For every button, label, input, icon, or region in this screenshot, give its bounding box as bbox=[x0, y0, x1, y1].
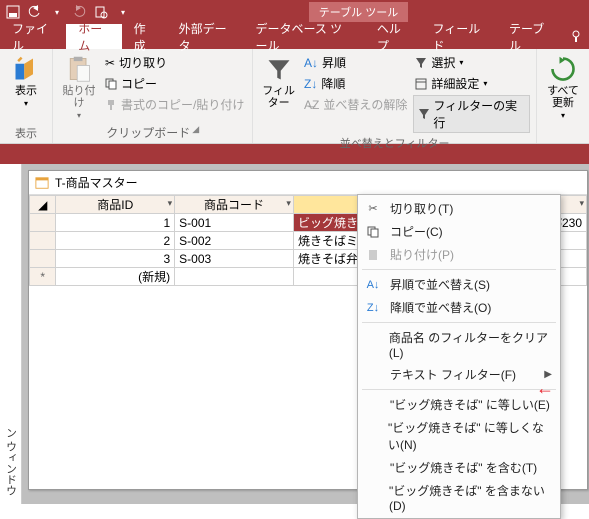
ctx-equals[interactable]: "ビッグ焼きそば" に等しい(E) bbox=[358, 393, 560, 416]
workspace: ン ウィンドウ T-商品マスター ◢ 商品ID▾ 商品コード▾ 商品名▼▾ 単価… bbox=[0, 164, 589, 504]
copy-icon bbox=[364, 224, 382, 240]
sort-desc-icon: Z↓ bbox=[304, 77, 317, 91]
view-button[interactable]: 表示 ▾ bbox=[6, 53, 46, 108]
chevron-down-icon: ▾ bbox=[579, 198, 584, 209]
copy-button[interactable]: コピー bbox=[103, 74, 246, 93]
paste-button[interactable]: 貼り付け ▾ bbox=[59, 53, 99, 120]
document-title: T-商品マスター bbox=[55, 174, 138, 191]
sort-asc-icon: A↓ bbox=[304, 56, 318, 70]
tab-home[interactable]: ホーム bbox=[66, 24, 121, 49]
sort-desc-button[interactable]: Z↓降順 bbox=[302, 74, 409, 93]
chevron-down-icon: ▾ bbox=[77, 111, 81, 120]
chevron-down-icon: ▾ bbox=[286, 198, 291, 209]
sort-asc-icon: A↓ bbox=[364, 277, 382, 293]
col-id[interactable]: 商品ID▾ bbox=[56, 196, 175, 214]
tab-database-tools[interactable]: データベース ツール bbox=[243, 24, 364, 49]
nav-pane-label: ン ウィンドウ bbox=[3, 427, 19, 504]
datasheet-window: T-商品マスター ◢ 商品ID▾ 商品コード▾ 商品名▼▾ 単価▾ 1 S-00… bbox=[28, 170, 588, 490]
document-tab[interactable]: T-商品マスター bbox=[29, 171, 587, 195]
ctx-clear-filter[interactable]: 商品名 のフィルターをクリア(L) bbox=[358, 326, 560, 363]
selection-icon bbox=[415, 57, 427, 69]
undo-icon[interactable] bbox=[26, 3, 44, 21]
row-selector[interactable] bbox=[30, 250, 56, 268]
tab-create[interactable]: 作成 bbox=[122, 24, 167, 49]
chevron-down-icon: ▾ bbox=[561, 111, 565, 120]
clear-sort-icon: A̶Z bbox=[304, 98, 319, 112]
scissors-icon: ✂ bbox=[105, 56, 115, 70]
ctx-not-contains[interactable]: "ビッグ焼きそば" を含まない(D) bbox=[358, 479, 560, 516]
refresh-label: すべて 更新 bbox=[547, 85, 579, 109]
tab-help[interactable]: ヘルプ bbox=[365, 24, 421, 49]
paste-label: 貼り付け bbox=[59, 85, 99, 109]
tab-table[interactable]: テーブル bbox=[497, 24, 563, 49]
ctx-sort-desc[interactable]: Z↓降順で並べ替え(O) bbox=[358, 296, 560, 319]
paste-icon bbox=[364, 247, 382, 263]
scissors-icon: ✂ bbox=[364, 201, 382, 217]
select-all-cell[interactable]: ◢ bbox=[30, 196, 56, 214]
ribbon-tabs: ファイル ホーム 作成 外部データ データベース ツール ヘルプ フィールド テ… bbox=[0, 24, 589, 49]
cut-button[interactable]: ✂切り取り bbox=[103, 53, 246, 72]
group-view: 表示 ▾ 表示 bbox=[0, 49, 53, 143]
group-records: すべて 更新 ▾ bbox=[537, 49, 589, 143]
tell-me-icon[interactable] bbox=[563, 24, 589, 49]
dialog-launcher-icon[interactable]: ◢ bbox=[192, 124, 199, 141]
tab-fields[interactable]: フィールド bbox=[420, 24, 497, 49]
group-label-clipboard: クリップボード bbox=[106, 124, 190, 141]
advanced-icon bbox=[415, 78, 427, 90]
filter-button[interactable]: フィルター bbox=[259, 53, 298, 109]
ctx-copy[interactable]: コピー(C) bbox=[358, 220, 560, 243]
ctx-text-filters[interactable]: テキスト フィルター(F)▶ bbox=[358, 363, 560, 386]
selection-button[interactable]: 選択▾ bbox=[413, 53, 530, 72]
table-icon bbox=[35, 176, 49, 190]
col-code[interactable]: 商品コード▾ bbox=[175, 196, 294, 214]
group-label-view: 表示 bbox=[6, 123, 46, 141]
undo-dropdown-icon[interactable]: ▾ bbox=[48, 3, 66, 21]
chevron-down-icon: ▾ bbox=[168, 198, 173, 209]
toggle-filter-button[interactable]: フィルターの実行 bbox=[413, 95, 530, 133]
row-selector[interactable] bbox=[30, 232, 56, 250]
qat-customize-icon[interactable]: ▾ bbox=[114, 3, 132, 21]
row-selector[interactable] bbox=[30, 214, 56, 232]
save-icon[interactable] bbox=[4, 3, 22, 21]
format-painter-button: 書式のコピー/貼り付け bbox=[103, 95, 246, 114]
view-label: 表示 bbox=[15, 85, 37, 97]
context-menu: ✂切り取り(T) コピー(C) 貼り付け(P) A↓昇順で並べ替え(S) Z↓降… bbox=[357, 194, 561, 519]
ctx-not-equals[interactable]: "ビッグ焼きそば" に等しくない(N) bbox=[358, 416, 560, 456]
new-row-selector[interactable]: * bbox=[30, 268, 56, 286]
sort-desc-icon: Z↓ bbox=[364, 300, 382, 316]
ctx-cut[interactable]: ✂切り取り(T) bbox=[358, 197, 560, 220]
funnel-icon bbox=[418, 108, 430, 120]
group-sort-filter: フィルター A↓昇順 Z↓降順 A̶Z並べ替えの解除 選択▾ 詳細設定▾ フィル… bbox=[253, 49, 537, 143]
chevron-down-icon: ▾ bbox=[24, 99, 28, 108]
redo-icon[interactable] bbox=[70, 3, 88, 21]
ribbon: 表示 ▾ 表示 貼り付け ▾ ✂切り取り コピー 書式のコピー/貼り付け クリッ… bbox=[0, 49, 589, 144]
print-preview-icon[interactable] bbox=[92, 3, 110, 21]
quick-access-toolbar: ▾ ▾ bbox=[4, 3, 132, 21]
tab-external-data[interactable]: 外部データ bbox=[167, 24, 244, 49]
copy-icon bbox=[105, 78, 117, 90]
ctx-contains[interactable]: "ビッグ焼きそば" を含む(T) bbox=[358, 456, 560, 479]
navigation-pane[interactable]: ン ウィンドウ bbox=[0, 164, 22, 504]
refresh-all-button[interactable]: すべて 更新 ▾ bbox=[543, 53, 583, 120]
callout-arrow: ← bbox=[536, 378, 554, 399]
ctx-sort-asc[interactable]: A↓昇順で並べ替え(S) bbox=[358, 273, 560, 296]
clear-sort-button: A̶Z並べ替えの解除 bbox=[302, 95, 409, 114]
advanced-button[interactable]: 詳細設定▾ bbox=[413, 74, 530, 93]
filter-label: フィルター bbox=[259, 85, 298, 109]
ctx-paste: 貼り付け(P) bbox=[358, 243, 560, 266]
group-clipboard: 貼り付け ▾ ✂切り取り コピー 書式のコピー/貼り付け クリップボード◢ bbox=[53, 49, 253, 143]
sort-asc-button[interactable]: A↓昇順 bbox=[302, 53, 409, 72]
group-label-sort-filter: 並べ替えとフィルター bbox=[259, 133, 530, 151]
brush-icon bbox=[105, 99, 117, 111]
tab-file[interactable]: ファイル bbox=[0, 24, 66, 49]
